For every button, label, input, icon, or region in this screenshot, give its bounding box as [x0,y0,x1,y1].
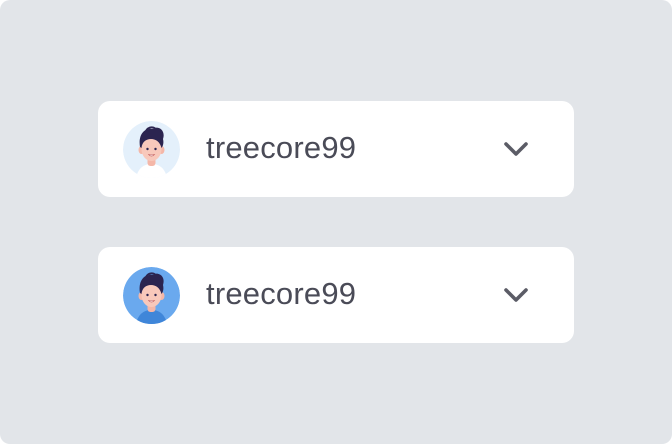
avatar [123,121,180,178]
account-selector-highlighted[interactable]: treecore99 [98,247,574,343]
username-label: treecore99 [206,130,357,165]
chevron-down-icon[interactable] [502,137,530,161]
avatar-icon [123,267,180,324]
chevron-down-icon[interactable] [502,283,530,307]
avatar [123,267,180,324]
avatar-icon [123,121,180,178]
account-selector-default[interactable]: treecore99 [98,101,574,197]
canvas-background: treecore99 treecore99 [0,0,672,444]
username-label: treecore99 [206,276,357,311]
